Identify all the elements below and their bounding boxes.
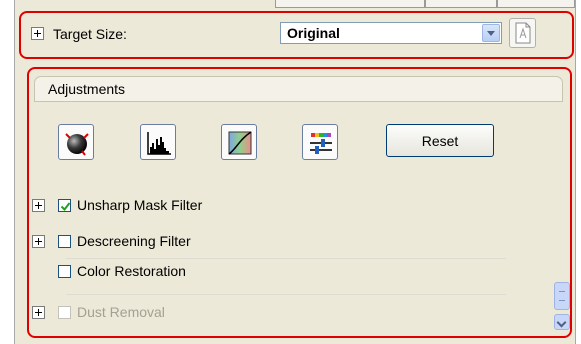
- tab[interactable]: [275, 0, 425, 8]
- tab[interactable]: [497, 0, 575, 8]
- adjustments-highlight: [27, 67, 572, 338]
- tab[interactable]: [425, 0, 497, 8]
- tab-strip: [275, 0, 575, 8]
- target-size-highlight: [19, 11, 574, 59]
